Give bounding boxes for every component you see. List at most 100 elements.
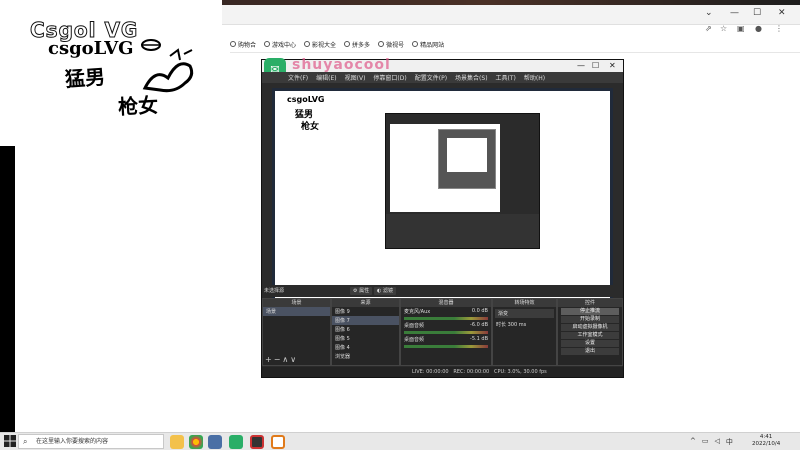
app-icon[interactable]	[208, 435, 222, 449]
source-item[interactable]: 图像 5	[332, 334, 399, 343]
extension-icon[interactable]: ▣	[737, 24, 745, 33]
globe-icon	[304, 41, 311, 47]
close-icon[interactable]: ✕	[609, 61, 616, 70]
scenes-panel: 场景 场景 +−∧∨	[262, 298, 331, 366]
sources-panel: 来源 图像 9 图像 7 图像 6 图像 5 图像 4 浏览器	[331, 298, 400, 366]
bookmarks-bar: 购物合 游戏中心 影视大全 拼多多 微视号 精品网站	[230, 38, 444, 50]
volume-meter[interactable]	[404, 331, 488, 334]
mixer-panel: 混音器 麦克风/Aux 0.0 dB 桌面音频 -6.0 dB 桌面音频 -5.…	[400, 298, 492, 366]
volume-icon[interactable]: ◁	[715, 437, 720, 447]
desktop: ⌄ — ☐ ✕ ⇗ ☆ ▣ ● ⋮ 购物合 游戏中心 影视大全 拼多多 微视号 …	[0, 0, 800, 450]
volume-meter[interactable]	[404, 317, 488, 320]
obs-title-bar: shuyaocool — ☐ ✕	[262, 57, 623, 73]
nested-preview-inner	[438, 129, 496, 189]
bookmark-item[interactable]: 拼多多	[344, 38, 370, 50]
mixer-channel: 麦克风/Aux 0.0 dB	[404, 308, 488, 315]
volume-meter[interactable]	[404, 345, 488, 348]
nested-logo: csgoLVG 猛男 枪女	[275, 91, 367, 149]
share-icon[interactable]: ⇗	[705, 24, 712, 33]
menu-item-scene-collection[interactable]: 场景集合(S)	[455, 73, 488, 82]
scene-buttons[interactable]: +−∧∨	[265, 355, 298, 364]
rec-status: REC: 00:00:00	[453, 369, 490, 375]
source-item[interactable]: 图像 6	[332, 325, 399, 334]
bookmark-item[interactable]: 微视号	[378, 38, 404, 50]
chrome-icon[interactable]	[189, 435, 203, 449]
maximize-icon[interactable]: ☐	[592, 61, 599, 70]
globe-icon	[378, 41, 385, 47]
chevron-down-icon[interactable]: ⌄	[705, 8, 713, 18]
menu-item-docks[interactable]: 停靠窗口(D)	[373, 73, 406, 82]
browser-icon[interactable]	[271, 435, 285, 449]
bookmark-item[interactable]: 影视大全	[304, 38, 336, 50]
virtual-camera-button[interactable]: 启动虚拟摄像机	[561, 324, 619, 331]
obs-icon[interactable]	[250, 435, 264, 449]
taskbar-clock[interactable]: 4:41 2022/10/4	[752, 434, 780, 448]
source-item[interactable]: 图像 9	[332, 307, 399, 316]
controls-header: 控件	[558, 299, 622, 307]
chevron-up-icon[interactable]: ^	[690, 437, 696, 447]
search-icon: ⌕	[23, 437, 28, 446]
left-black-bar	[0, 146, 15, 432]
maximize-icon[interactable]: ☐	[753, 8, 761, 18]
menu-item-profile[interactable]: 配置文件(P)	[415, 73, 447, 82]
wechat-icon[interactable]	[229, 435, 243, 449]
minimize-icon[interactable]: —	[730, 8, 739, 18]
nested-logo-text: csgoLVG	[287, 95, 325, 104]
no-source-label: 未选择源	[264, 288, 285, 294]
star-icon[interactable]: ☆	[720, 24, 727, 33]
logo-cn-line2: 枪女	[117, 92, 159, 120]
close-icon[interactable]: ✕	[778, 8, 786, 18]
studio-mode-button[interactable]: 工作室模式	[561, 332, 619, 339]
obs-status-bar: LIVE: 00:00:00 REC: 00:00:00 CPU: 3.0%, …	[262, 367, 623, 377]
mixer-header: 混音器	[401, 299, 491, 307]
menu-icon[interactable]: ⋮	[775, 24, 783, 33]
bookmark-item[interactable]: 游戏中心	[264, 38, 296, 50]
stream-logo-overlay: Csgol VG csgoLVG 猛男 枪女	[0, 0, 222, 146]
obs-window: shuyaocool — ☐ ✕ ✉ 文件(F) 编辑(E) 视图(V) 停靠窗…	[261, 57, 624, 378]
start-recording-button[interactable]: 开始录制	[561, 316, 619, 323]
transition-select[interactable]: 渐变	[495, 309, 554, 318]
avatar[interactable]: ●	[755, 24, 762, 33]
source-item[interactable]: 图像 7	[332, 316, 399, 325]
scene-item[interactable]: 场景	[263, 307, 330, 316]
cpu-status: CPU: 3.0%, 30.00 fps	[494, 369, 547, 375]
logo-cn-line1: 猛男	[64, 64, 106, 92]
sources-header: 来源	[332, 299, 399, 307]
source-item[interactable]: 浏览器	[332, 352, 399, 361]
menu-item-view[interactable]: 视图(V)	[345, 73, 366, 82]
taskbar-search-input[interactable]: ⌕ 在这里输入你要搜索的内容	[18, 434, 164, 449]
settings-button[interactable]: 设置	[561, 340, 619, 347]
logo-main-text: csgoLVG	[48, 38, 134, 59]
nested-obs-window	[385, 113, 540, 249]
menu-item-tools[interactable]: 工具(T)	[496, 73, 516, 82]
windows-start-icon[interactable]	[4, 435, 16, 447]
minimize-icon[interactable]: —	[577, 61, 585, 70]
watermark-text: shuyaocool	[292, 57, 391, 73]
globe-icon	[344, 41, 351, 47]
globe-icon	[412, 41, 419, 47]
obs-source-toolbar: 未选择源 ⚙ 属性 ◐ 滤镜	[262, 285, 623, 297]
duration-field[interactable]: 时长 300 ms	[493, 320, 556, 329]
scenes-header: 场景	[263, 299, 330, 307]
properties-button[interactable]: ⚙ 属性	[350, 287, 373, 295]
windows-taskbar: ⌕ 在这里输入你要搜索的内容 ^ ▭ ◁ 中 4:41 2022/10/4	[0, 432, 800, 450]
obs-menu-bar: 文件(F) 编辑(E) 视图(V) 停靠窗口(D) 配置文件(P) 场景集合(S…	[262, 72, 623, 83]
source-item[interactable]: 图像 4	[332, 343, 399, 352]
mixer-channel: 桌面音频 -6.0 dB	[404, 322, 488, 329]
menu-item-edit[interactable]: 编辑(E)	[316, 73, 336, 82]
filters-button[interactable]: ◐ 滤镜	[374, 287, 396, 295]
system-tray: ^ ▭ ◁ 中	[690, 437, 733, 447]
menu-item-help[interactable]: 帮助(H)	[524, 73, 545, 82]
menu-item-file[interactable]: 文件(F)	[288, 73, 308, 82]
globe-icon	[264, 41, 271, 47]
bookmark-item[interactable]: 购物合	[230, 38, 256, 50]
nested-docks	[386, 214, 539, 248]
transitions-panel: 转场特效 渐变 时长 300 ms	[492, 298, 557, 366]
stop-streaming-button[interactable]: 停止推流	[561, 308, 619, 315]
controls-panel: 控件 停止推流 开始录制 启动虚拟摄像机 工作室模式 设置 退出	[557, 298, 623, 366]
bookmark-item[interactable]: 精品网站	[412, 38, 444, 50]
network-icon[interactable]: ▭	[702, 437, 709, 447]
file-explorer-icon[interactable]	[170, 435, 184, 449]
exit-button[interactable]: 退出	[561, 348, 619, 355]
ime-icon[interactable]: 中	[726, 437, 733, 447]
